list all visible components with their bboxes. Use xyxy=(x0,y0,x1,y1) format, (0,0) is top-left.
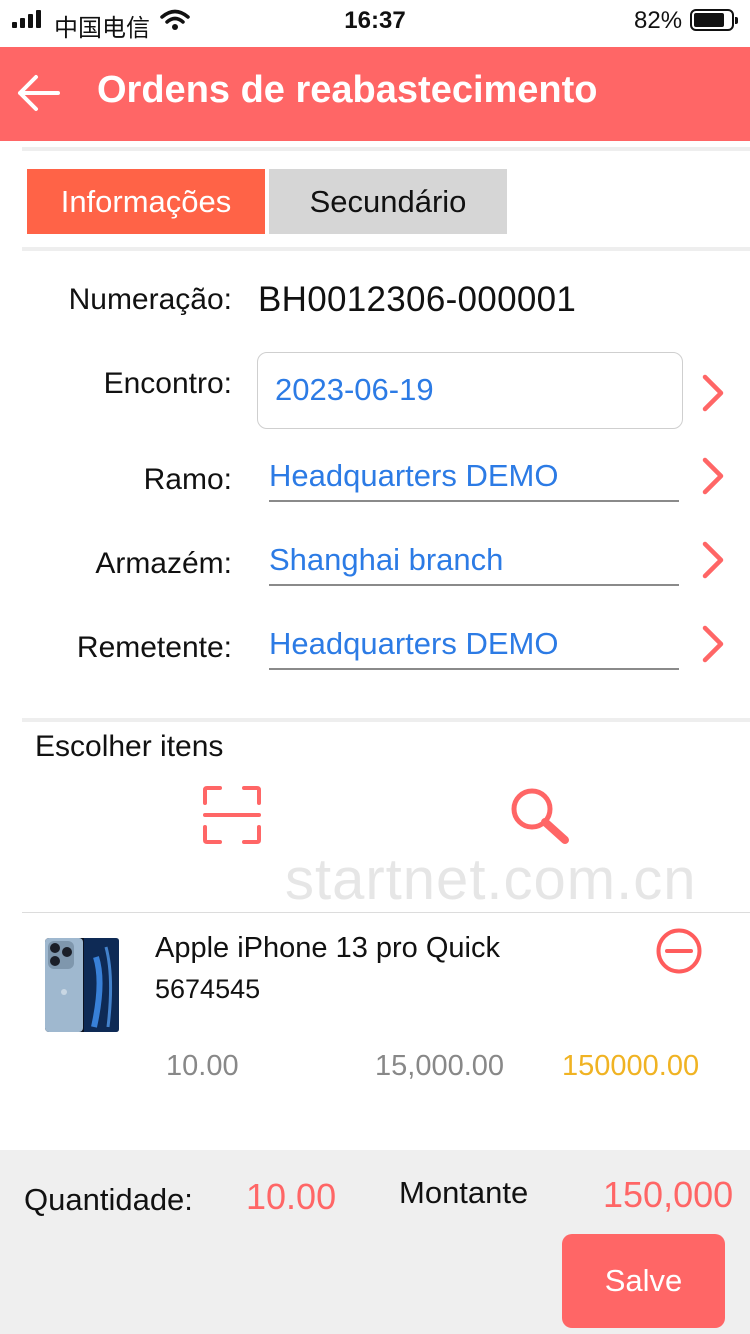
date-field[interactable]: 2023-06-19 xyxy=(257,352,683,429)
armazem-field[interactable]: Shanghai branch xyxy=(269,542,679,586)
amount-value: 150,000 xyxy=(603,1174,734,1215)
numeracao-label: Numeração: xyxy=(68,283,232,316)
item-quantity: 10.00 xyxy=(166,1050,239,1082)
numeracao-value: BH0012306-000001 xyxy=(258,280,577,319)
scan-icon[interactable] xyxy=(202,785,262,845)
footer-bar: Quantidade: 10.00 Montante 150,000 Salve xyxy=(0,1150,750,1334)
amount-label: Montante xyxy=(399,1175,529,1210)
search-icon[interactable] xyxy=(508,787,572,845)
divider xyxy=(22,147,750,151)
divider xyxy=(22,247,750,251)
page-title: Ordens de reabastecimento xyxy=(97,69,598,111)
item-name: Apple iPhone 13 pro Quick xyxy=(155,932,500,964)
remetente-label: Remetente: xyxy=(76,631,232,664)
item-price: 15,000.00 xyxy=(375,1050,505,1082)
remetente-field[interactable]: Headquarters DEMO xyxy=(269,626,679,670)
ramo-label: Ramo: xyxy=(143,463,232,496)
header-bar: Ordens de reabastecimento xyxy=(0,47,750,141)
battery-icon xyxy=(690,9,738,31)
quantity-label: Quantidade: xyxy=(24,1182,193,1217)
chevron-right-icon[interactable] xyxy=(699,373,727,413)
chevron-right-icon[interactable] xyxy=(699,456,727,496)
armazem-label: Armazém: xyxy=(95,547,232,580)
ramo-field[interactable]: Headquarters DEMO xyxy=(269,458,679,502)
back-arrow-icon[interactable] xyxy=(14,71,62,115)
tab-informacoes[interactable]: Informações xyxy=(27,169,265,234)
item-code: 5674545 xyxy=(155,974,261,1004)
item-total: 150000.00 xyxy=(562,1050,700,1082)
product-image xyxy=(45,938,119,1032)
quantity-value: 10.00 xyxy=(246,1176,337,1217)
chevron-right-icon[interactable] xyxy=(699,624,727,664)
status-bar: 中国电信 16:37 82% xyxy=(0,0,750,46)
minus-circle-icon[interactable] xyxy=(655,927,703,975)
section-title: Escolher itens xyxy=(35,730,224,763)
battery-percent: 82% xyxy=(634,7,683,34)
encontro-label: Encontro: xyxy=(103,367,232,400)
save-button[interactable]: Salve xyxy=(562,1234,725,1328)
divider xyxy=(22,912,750,913)
tab-secundario[interactable]: Secundário xyxy=(269,169,507,234)
divider xyxy=(22,718,750,722)
watermark: startnet.com.cn xyxy=(285,847,697,912)
chevron-right-icon[interactable] xyxy=(699,540,727,580)
